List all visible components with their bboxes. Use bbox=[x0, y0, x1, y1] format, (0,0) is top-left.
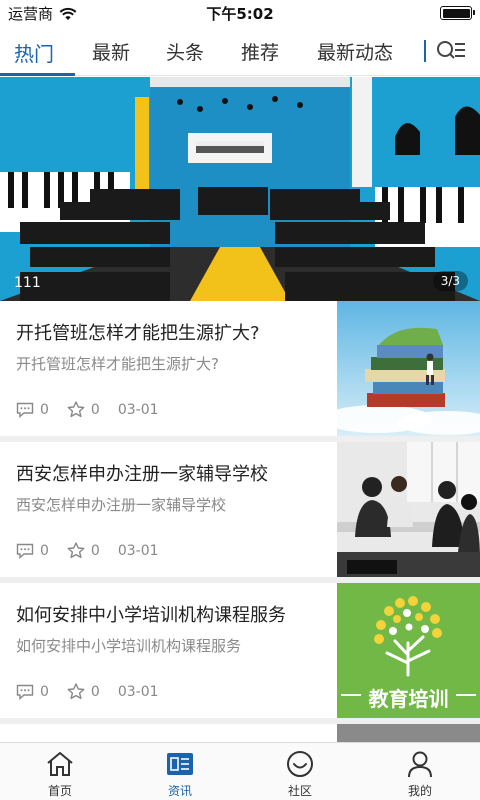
news-summary: 西安怎样申办注册一家辅导学校 bbox=[16, 496, 227, 514]
books-stack-illustration bbox=[337, 301, 480, 436]
home-icon bbox=[47, 752, 73, 776]
star-count: 0 bbox=[90, 401, 100, 418]
news-title: 西安怎样申办注册一家辅导学校 bbox=[16, 464, 268, 485]
news-summary: 开托管班怎样才能把生源扩大? bbox=[16, 355, 219, 373]
nav-profile[interactable]: 我的 bbox=[390, 743, 450, 800]
news-item[interactable]: 如何安排中小学培训机构课程服务 如何安排中小学培训机构课程服务 0 0 03-0… bbox=[0, 583, 480, 718]
news-item[interactable]: 开托管班怎样才能把生源扩大? 开托管班怎样才能把生源扩大? 0 0 03-01 bbox=[0, 301, 480, 436]
comment-icon bbox=[16, 402, 34, 418]
news-thumbnail: 教育培训 bbox=[337, 583, 480, 718]
status-time: 下午5:02 bbox=[206, 5, 274, 23]
nav-home[interactable]: 首页 bbox=[30, 743, 90, 800]
star-count: 0 bbox=[90, 542, 100, 559]
star-count: 0 bbox=[90, 683, 100, 700]
news-meta: 0 0 03-01 bbox=[16, 683, 159, 700]
nav-news-label: 资讯 bbox=[167, 784, 192, 798]
list-item-partial bbox=[0, 724, 480, 742]
comment-count: 0 bbox=[40, 683, 49, 700]
news-item[interactable]: 西安怎样申办注册一家辅导学校 西安怎样申办注册一家辅导学校 0 0 03-01 bbox=[0, 442, 480, 577]
battery-icon bbox=[440, 6, 475, 20]
banner-caption: 111 bbox=[14, 275, 41, 291]
community-icon bbox=[287, 751, 313, 777]
news-summary: 如何安排中小学培训机构课程服务 bbox=[16, 637, 242, 655]
comment-icon bbox=[16, 684, 34, 700]
news-meta: 0 0 03-01 bbox=[16, 401, 159, 418]
tab-recommended[interactable]: 推荐 bbox=[241, 38, 279, 65]
comment-icon bbox=[16, 543, 34, 559]
nav-news[interactable]: 资讯 bbox=[150, 743, 210, 800]
tab-divider bbox=[424, 40, 426, 62]
nav-community-label: 社区 bbox=[287, 784, 312, 798]
star-icon[interactable] bbox=[67, 683, 85, 700]
tab-hot[interactable]: 热门 bbox=[14, 38, 54, 67]
star-icon[interactable] bbox=[67, 401, 85, 418]
news-date: 03-01 bbox=[117, 683, 159, 700]
tab-latest-updates[interactable]: 最新动态 bbox=[317, 38, 393, 65]
nav-community[interactable]: 社区 bbox=[270, 743, 330, 800]
profile-icon bbox=[408, 751, 432, 778]
news-icon bbox=[167, 753, 193, 775]
star-icon[interactable] bbox=[67, 542, 85, 559]
nav-profile-label: 我的 bbox=[407, 784, 432, 798]
category-tabs: 热门 最新 头条 推荐 最新动态 bbox=[0, 26, 480, 76]
tab-latest[interactable]: 最新 bbox=[92, 38, 130, 65]
news-title: 开托管班怎样才能把生源扩大? bbox=[16, 323, 260, 344]
news-date: 03-01 bbox=[117, 401, 159, 418]
news-date: 03-01 bbox=[117, 542, 159, 559]
banner-carousel[interactable]: 111 3/3 bbox=[0, 77, 480, 301]
news-meta: 0 0 03-01 bbox=[16, 542, 159, 559]
nav-home-label: 首页 bbox=[47, 784, 72, 798]
active-tab-indicator bbox=[0, 73, 75, 76]
tab-headlines[interactable]: 头条 bbox=[166, 38, 204, 65]
comment-count: 0 bbox=[40, 542, 49, 559]
classroom-photo bbox=[337, 442, 480, 577]
news-thumbnail bbox=[337, 301, 480, 436]
news-thumbnail bbox=[337, 442, 480, 577]
music-classroom-image bbox=[0, 77, 480, 301]
thumbnail-logo-text: 教育培训 bbox=[368, 687, 449, 711]
banner-page-indicator: 3/3 bbox=[432, 271, 468, 291]
bottom-navigation: 首页 资讯 社区 我的 bbox=[0, 742, 480, 800]
category-menu-icon[interactable] bbox=[436, 38, 466, 64]
comment-count: 0 bbox=[40, 401, 49, 418]
news-title: 如何安排中小学培训机构课程服务 bbox=[16, 605, 286, 626]
status-bar: 运营商 下午5:02 bbox=[0, 0, 480, 26]
